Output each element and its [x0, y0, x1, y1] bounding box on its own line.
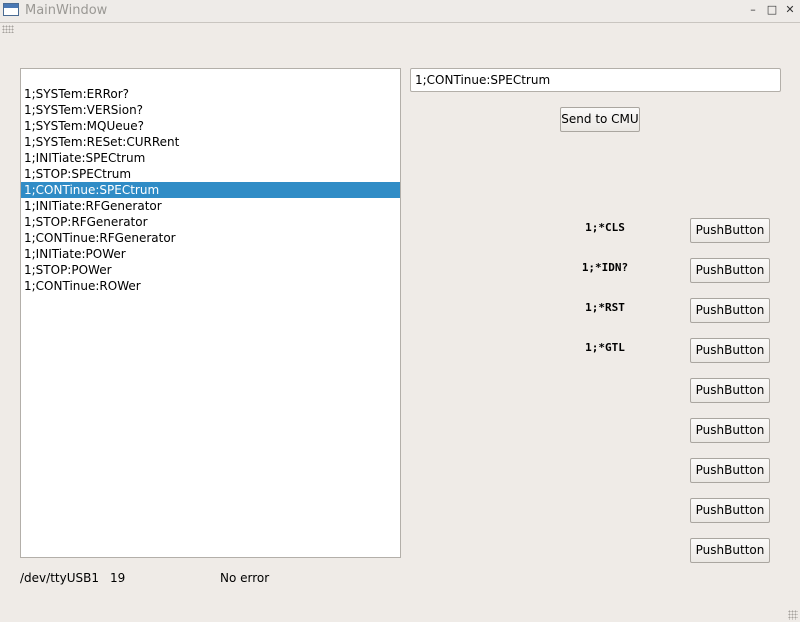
push-button-5[interactable]: PushButton — [690, 378, 770, 403]
list-item[interactable]: 1;INITiate:RFGenerator — [21, 198, 400, 214]
list-item[interactable]: 1;STOP:SPECtrum — [21, 166, 400, 182]
push-button-7[interactable]: PushButton — [690, 458, 770, 483]
push-button-6[interactable]: PushButton — [690, 418, 770, 443]
list-item[interactable]: 1;CONTinue:RFGenerator — [21, 230, 400, 246]
push-button-2[interactable]: PushButton — [690, 258, 770, 283]
list-item[interactable]: 1;CONTinue:ROWer — [21, 278, 400, 294]
list-item[interactable]: 1;SYSTem:VERSion? — [21, 102, 400, 118]
push-button-4[interactable]: PushButton — [690, 338, 770, 363]
title-bar: MainWindow – □ ✕ — [0, 0, 800, 23]
status-port: /dev/ttyUSB1 — [20, 571, 99, 585]
toolbar-grip-icon[interactable] — [2, 25, 14, 33]
window-title: MainWindow — [25, 3, 108, 18]
idn-label: 1;*IDN? — [581, 261, 629, 274]
minimize-button[interactable]: – — [745, 2, 761, 18]
gtl-label: 1;*GTL — [585, 341, 625, 354]
push-button-9[interactable]: PushButton — [690, 538, 770, 563]
rst-label: 1;*RST — [585, 301, 625, 314]
send-to-cmu-button[interactable]: Send to CMU — [560, 107, 640, 132]
list-item[interactable]: 1;STOP:POWer — [21, 262, 400, 278]
window-icon — [3, 3, 19, 16]
list-item[interactable]: 1;SYSTem:MQUeue? — [21, 118, 400, 134]
push-button-1[interactable]: PushButton — [690, 218, 770, 243]
command-input[interactable]: 1;CONTinue:SPECtrum — [410, 68, 781, 92]
list-item[interactable]: 1;CONTinue:SPECtrum — [21, 182, 400, 198]
list-item[interactable]: 1;INITiate:POWer — [21, 246, 400, 262]
cls-label: 1;*CLS — [585, 221, 625, 234]
list-item[interactable]: 1;SYSTem:RESet:CURRent — [21, 134, 400, 150]
list-item[interactable]: 1;STOP:RFGenerator — [21, 214, 400, 230]
list-item[interactable]: 1;SYSTem:ERRor? — [21, 86, 400, 102]
status-message: No error — [220, 571, 270, 585]
maximize-button[interactable]: □ — [764, 2, 780, 18]
command-list-items: 1;SYSTem:ERRor? 1;SYSTem:VERSion? 1;SYST… — [21, 86, 400, 294]
close-button[interactable]: ✕ — [782, 2, 798, 18]
command-list[interactable]: 1;SYSTem:ERRor? 1;SYSTem:VERSion? 1;SYST… — [20, 68, 401, 558]
resize-grip-icon[interactable] — [788, 610, 798, 620]
list-item[interactable]: 1;INITiate:SPECtrum — [21, 150, 400, 166]
status-count: 19 — [110, 571, 126, 585]
push-button-8[interactable]: PushButton — [690, 498, 770, 523]
push-button-3[interactable]: PushButton — [690, 298, 770, 323]
